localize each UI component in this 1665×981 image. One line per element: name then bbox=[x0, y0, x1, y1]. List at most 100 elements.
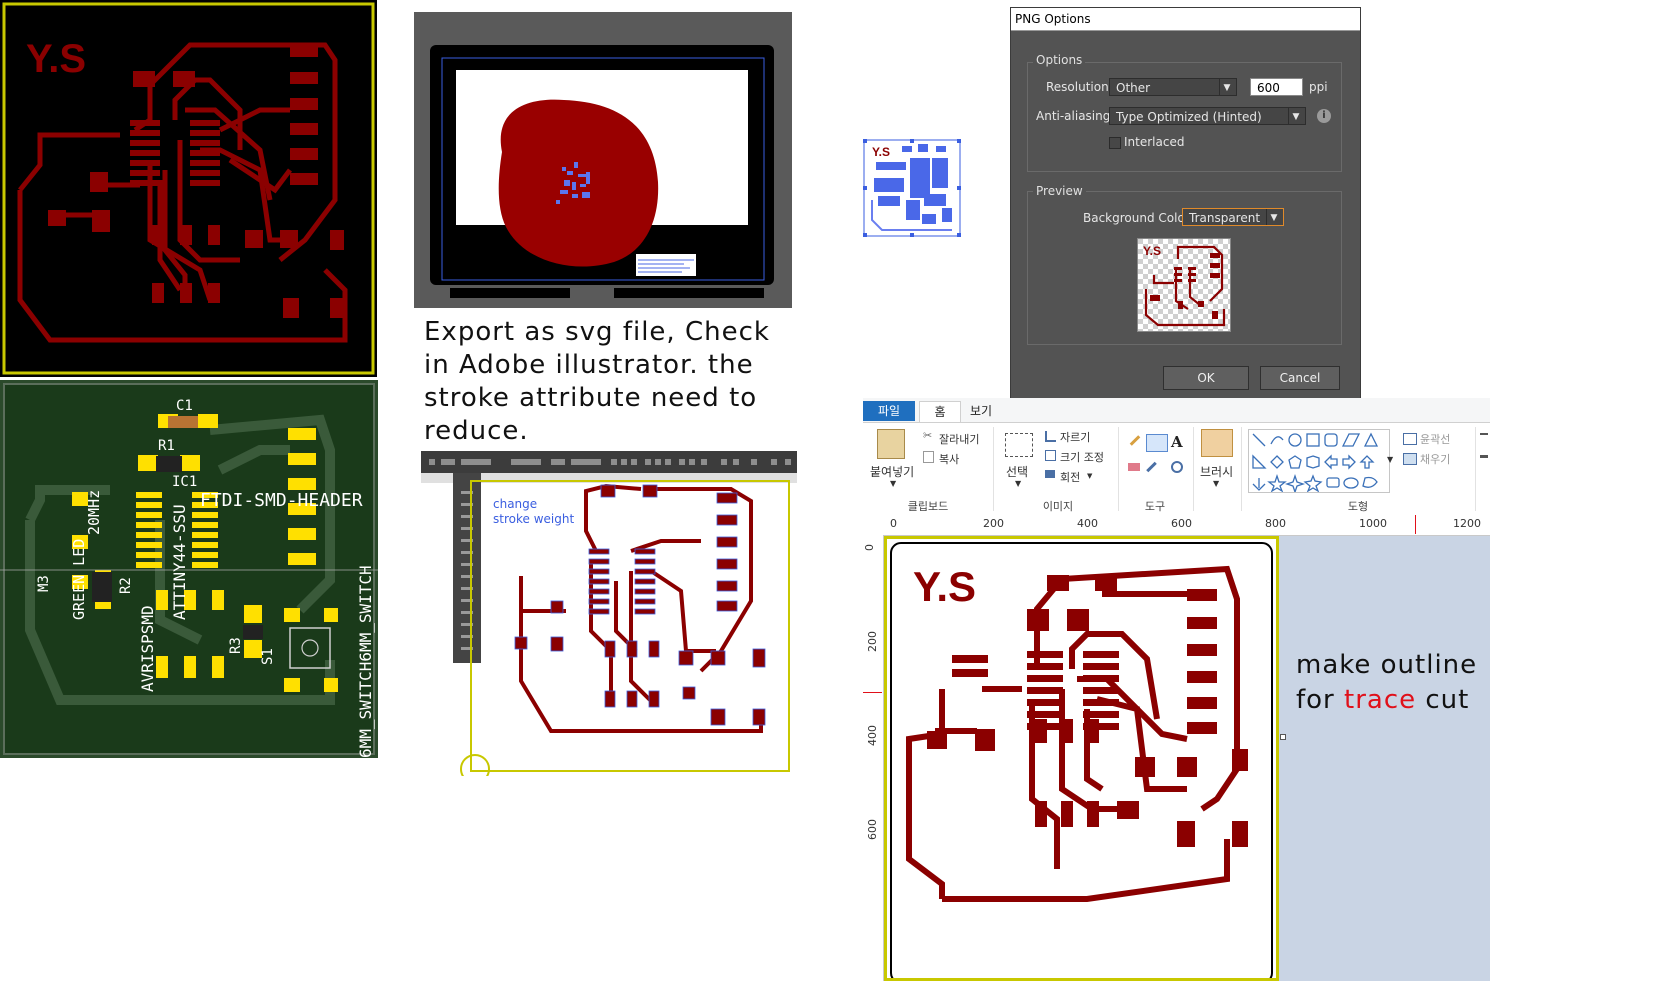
bg-color-value: Transparent bbox=[1189, 211, 1261, 225]
change-stroke-line-1: change bbox=[493, 497, 538, 511]
c1-label: C1 bbox=[176, 398, 193, 414]
tab-home[interactable]: 홈 bbox=[919, 401, 961, 422]
mhz-label: 20MHz bbox=[85, 490, 103, 535]
cancel-button[interactable]: Cancel bbox=[1260, 366, 1340, 390]
rotate-icon bbox=[1045, 470, 1055, 478]
tab-view[interactable]: 보기 bbox=[961, 401, 1001, 421]
eagle-board-view: Y.S bbox=[0, 0, 377, 377]
canvas-resize-handle[interactable] bbox=[1280, 734, 1286, 740]
ruler-v-0: 0 bbox=[863, 544, 876, 551]
fill-button[interactable]: 채우기 bbox=[1420, 451, 1450, 467]
image-group-label: 이미지 bbox=[1042, 500, 1074, 513]
pencil-icon[interactable] bbox=[1129, 435, 1141, 446]
trace-layout-black: Y.S bbox=[0, 0, 377, 377]
resolution-label: Resolution: bbox=[1046, 80, 1113, 94]
interlaced-checkbox[interactable] bbox=[1109, 137, 1121, 149]
outline-cut-word: cut bbox=[1425, 685, 1470, 715]
chevron-down-icon: ▼ bbox=[1266, 209, 1281, 225]
change-stroke-note: change stroke weight bbox=[493, 497, 574, 527]
export-note-line-1: Export as svg file, Check bbox=[424, 317, 770, 347]
r1-label: R1 bbox=[158, 438, 175, 454]
ribbon-divider bbox=[1241, 427, 1242, 511]
chevron-down-icon: ▼ bbox=[1219, 79, 1234, 95]
tab-file[interactable]: 파일 bbox=[863, 401, 915, 421]
trace-image: Y.S bbox=[890, 542, 1273, 978]
antialias-label: Anti-aliasing: bbox=[1036, 109, 1115, 123]
antialias-select[interactable]: Type Optimized (Hinted) ▼ bbox=[1109, 107, 1306, 125]
ok-button[interactable]: OK bbox=[1163, 366, 1249, 390]
png-options-dialog: PNG Options Options Resolution: Other ▼ … bbox=[1010, 7, 1361, 399]
select-button[interactable]: 선택 bbox=[1006, 463, 1028, 480]
ppi-input[interactable]: 600 bbox=[1250, 78, 1303, 96]
illustrator-stroke-view: change stroke weight bbox=[421, 451, 797, 776]
chevron-down-icon: ▼ bbox=[890, 479, 897, 488]
preview-logo: Y.S bbox=[1143, 244, 1161, 258]
resolution-select[interactable]: Other ▼ bbox=[1109, 78, 1237, 96]
copy-button[interactable]: 복사 bbox=[939, 451, 959, 467]
m3-label: M3 bbox=[36, 575, 52, 592]
paint-canvas[interactable]: Y.S bbox=[884, 536, 1279, 981]
outline-note: make outline for trace cut bbox=[1296, 648, 1490, 718]
eraser-icon[interactable] bbox=[1128, 463, 1140, 471]
paste-button[interactable]: 붙여넣기 bbox=[870, 463, 914, 480]
magnifier-icon[interactable] bbox=[1171, 461, 1183, 473]
avrisp-label: AVRISPSMD bbox=[138, 605, 157, 692]
illustrator-artboard-view bbox=[414, 12, 792, 308]
fill-icon[interactable] bbox=[1146, 434, 1168, 452]
interlaced-label: Interlaced bbox=[1124, 135, 1185, 149]
rotate-button[interactable]: 회전 bbox=[1060, 469, 1080, 485]
shape-icons bbox=[1252, 432, 1379, 492]
ic1-label: IC1 bbox=[172, 474, 197, 490]
bg-color-select[interactable]: Transparent ▼ bbox=[1182, 208, 1284, 226]
scissors-icon: ✂ bbox=[923, 429, 933, 442]
ruler-h-800: 800 bbox=[1265, 517, 1286, 530]
ruler-h-1000: 1000 bbox=[1359, 517, 1387, 530]
outline-icon bbox=[1403, 433, 1417, 445]
export-note-line-3: stroke attribute need to bbox=[424, 383, 758, 413]
bg-color-label: Background Color: bbox=[1083, 211, 1194, 225]
preview-thumb: Y.S bbox=[1138, 239, 1230, 331]
selected-artwork-thumb[interactable]: Y.S bbox=[862, 138, 962, 238]
ppi-unit-label: ppi bbox=[1309, 80, 1328, 94]
s1-label: S1 bbox=[260, 648, 276, 665]
chevron-down-icon: ▼ bbox=[1387, 455, 1394, 464]
text-icon[interactable]: A bbox=[1171, 433, 1183, 451]
switch-label: 6MM_SWITCH6MM_SWITCH bbox=[356, 565, 375, 758]
clipboard-group-label: 클립보드 bbox=[907, 500, 949, 513]
options-group-label: Options bbox=[1033, 53, 1086, 67]
r3-label: R3 bbox=[228, 637, 244, 654]
ruler-v-200: 200 bbox=[866, 631, 879, 652]
picker-icon[interactable] bbox=[1146, 461, 1157, 473]
preview-image: Y.S bbox=[1137, 238, 1231, 332]
crop-button[interactable]: 자르기 bbox=[1060, 429, 1090, 445]
ruler-vertical: 0 200 400 600 bbox=[863, 535, 884, 981]
ruler-h-200: 200 bbox=[983, 517, 1004, 530]
export-note-line-4: reduce. bbox=[424, 416, 529, 446]
ruler-h-600: 600 bbox=[1171, 517, 1192, 530]
brush-icon[interactable] bbox=[1201, 429, 1233, 457]
shapes-gallery[interactable] bbox=[1248, 429, 1390, 493]
green-led-label: GREEN LED bbox=[70, 539, 88, 620]
paste-icon bbox=[877, 429, 905, 459]
info-icon[interactable]: i bbox=[1317, 109, 1331, 123]
artboard-canvas bbox=[414, 12, 792, 308]
ftdi-label: FTDI-SMD-HEADER bbox=[200, 490, 363, 511]
chevron-down-icon: ▼ bbox=[1087, 472, 1093, 480]
cut-button[interactable]: 잘라내기 bbox=[939, 431, 979, 447]
board-silkscreen: C1 R1 IC1 FTDI-SMD-HEADER 20MHz GREEN LE… bbox=[0, 380, 378, 758]
size-icon[interactable] bbox=[1480, 433, 1488, 458]
selected-artwork: Y.S bbox=[863, 139, 961, 237]
illustrator-stroke-canvas bbox=[421, 451, 797, 776]
ruler-cursor-marker bbox=[1415, 515, 1416, 534]
ribbon: 붙여넣기 ▼ ✂ 잘라내기 복사 클립보드 선택 ▼ 자르기 크기 조정 회전 … bbox=[863, 422, 1490, 516]
copy-icon bbox=[923, 451, 934, 463]
outline-note-line-2: for trace cut bbox=[1296, 683, 1490, 718]
chevron-down-icon: ▼ bbox=[1015, 479, 1022, 488]
outline-button[interactable]: 윤곽선 bbox=[1420, 431, 1450, 447]
brushes-button[interactable]: 브러시 bbox=[1200, 463, 1233, 480]
thumb-logo: Y.S bbox=[872, 145, 890, 159]
change-stroke-line-2: stroke weight bbox=[493, 512, 575, 526]
resize-button[interactable]: 크기 조정 bbox=[1060, 449, 1104, 465]
crop-icon bbox=[1045, 431, 1056, 442]
ribbon-divider bbox=[1193, 427, 1194, 511]
